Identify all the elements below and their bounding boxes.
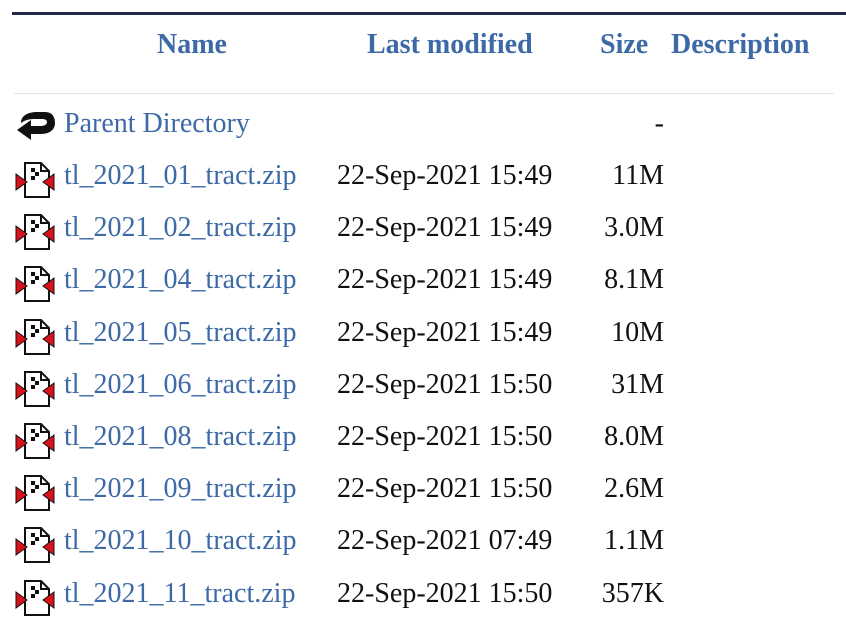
file-row: tl_2021_09_tract.zip 22-Sep-2021 15:50 2.6… [0, 465, 846, 517]
size-value: 357K [601, 577, 664, 609]
parent-directory-row: Parent Directory - [0, 100, 846, 152]
file-link[interactable]: tl_2021_11_tract.zip [64, 577, 295, 611]
compressed-file-icon [15, 475, 55, 512]
file-row: tl_2021_11_tract.zip 22-Sep-2021 15:50 357… [0, 570, 846, 622]
compressed-file-icon [15, 266, 55, 303]
top-rule [12, 12, 846, 15]
file-link[interactable]: tl_2021_01_tract.zip [64, 159, 297, 193]
column-header-description[interactable]: Description [671, 28, 809, 62]
column-header-name[interactable]: Name [157, 28, 227, 62]
file-link[interactable]: tl_2021_06_tract.zip [64, 368, 297, 402]
header-separator [14, 93, 834, 94]
file-link[interactable]: tl_2021_04_tract.zip [64, 263, 297, 297]
file-link[interactable]: tl_2021_05_tract.zip [64, 316, 297, 350]
file-row: tl_2021_01_tract.zip 22-Sep-2021 15:49 11M [0, 152, 846, 204]
file-row: tl_2021_06_tract.zip 22-Sep-2021 15:50 31M [0, 361, 846, 413]
directory-listing: Name Last modified Size Description Pare… [0, 0, 846, 616]
file-row: tl_2021_02_tract.zip 22-Sep-2021 15:49 3.0… [0, 204, 846, 256]
last-modified-value: 22-Sep-2021 07:49 [337, 525, 553, 557]
last-modified-value: 22-Sep-2021 15:49 [337, 264, 553, 296]
size-value: 1.1M [604, 525, 664, 557]
last-modified-value: 22-Sep-2021 15:50 [337, 421, 553, 452]
last-modified-value: 22-Sep-2021 15:50 [337, 473, 553, 505]
file-link[interactable]: tl_2021_10_tract.zip [64, 524, 297, 558]
back-arrow-icon [15, 110, 55, 144]
compressed-file-icon [15, 214, 55, 251]
compressed-file-icon [15, 162, 55, 198]
size-value: 11M [612, 160, 664, 191]
compressed-file-icon [15, 370, 55, 407]
compressed-file-icon [15, 423, 55, 459]
file-link[interactable]: tl_2021_02_tract.zip [64, 211, 297, 245]
last-modified-value: 22-Sep-2021 15:49 [337, 160, 553, 191]
file-row: tl_2021_04_tract.zip 22-Sep-2021 15:49 8.1… [0, 256, 846, 308]
column-header-size[interactable]: Size [600, 28, 648, 62]
compressed-file-icon [15, 579, 55, 616]
last-modified-value: 22-Sep-2021 15:50 [337, 368, 553, 400]
file-row: tl_2021_08_tract.zip 22-Sep-2021 15:50 8.0… [0, 413, 846, 465]
size-value: 3.0M [604, 212, 664, 244]
column-header-last-modified[interactable]: Last modified [367, 28, 533, 62]
size-value: 31M [611, 368, 664, 400]
file-link[interactable]: tl_2021_08_tract.zip [64, 420, 297, 454]
parent-size: - [654, 108, 664, 139]
last-modified-value: 22-Sep-2021 15:49 [337, 212, 553, 244]
file-link[interactable]: tl_2021_09_tract.zip [64, 472, 297, 506]
file-row: tl_2021_10_tract.zip 22-Sep-2021 07:49 1.1… [0, 517, 846, 569]
compressed-file-icon [15, 527, 55, 564]
size-value: 8.0M [604, 421, 664, 452]
file-row: tl_2021_05_tract.zip 22-Sep-2021 15:49 10M [0, 309, 846, 361]
compressed-file-icon [15, 318, 55, 355]
last-modified-value: 22-Sep-2021 15:50 [337, 577, 553, 609]
size-value: 10M [611, 316, 664, 348]
size-value: 2.6M [604, 473, 664, 505]
parent-directory-link[interactable]: Parent Directory [64, 107, 250, 141]
last-modified-value: 22-Sep-2021 15:49 [337, 316, 553, 348]
size-value: 8.1M [604, 264, 664, 296]
